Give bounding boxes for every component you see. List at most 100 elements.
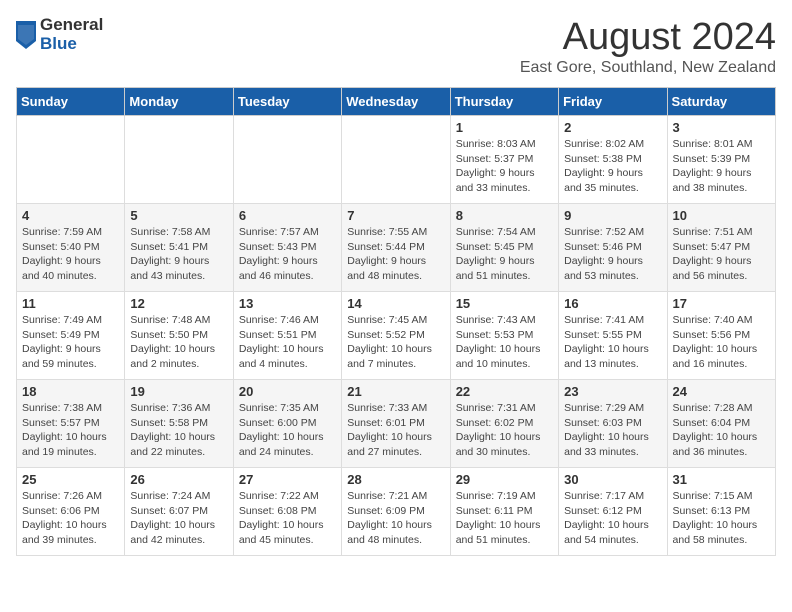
day-info: Sunrise: 7:45 AM Sunset: 5:52 PM Dayligh… xyxy=(347,313,444,372)
day-info: Sunrise: 8:03 AM Sunset: 5:37 PM Dayligh… xyxy=(456,137,553,196)
calendar-cell: 29Sunrise: 7:19 AM Sunset: 6:11 PM Dayli… xyxy=(450,468,558,556)
day-number: 16 xyxy=(564,296,661,311)
day-number: 27 xyxy=(239,472,336,487)
weekday-header-wednesday: Wednesday xyxy=(342,88,450,116)
logo: General Blue xyxy=(16,16,103,53)
calendar-cell: 6 Sunrise: 7:57 AM Sunset: 5:43 PM Daylig… xyxy=(233,204,341,292)
calendar-cell: 2 Sunrise: 8:02 AM Sunset: 5:38 PM Daylig… xyxy=(559,116,667,204)
day-info: Sunrise: 7:33 AM Sunset: 6:01 PM Dayligh… xyxy=(347,401,444,460)
day-number: 11 xyxy=(22,296,119,311)
header: General Blue August 2024 East Gore, Sout… xyxy=(16,16,776,77)
day-number: 26 xyxy=(130,472,227,487)
calendar-cell: 20 Sunrise: 7:35 AM Sunset: 6:00 PM Dayli… xyxy=(233,380,341,468)
logo-text: General Blue xyxy=(40,16,103,53)
day-number: 2 xyxy=(564,120,661,135)
calendar-cell: 10 Sunrise: 7:51 AM Sunset: 5:47 PM Dayli… xyxy=(667,204,775,292)
week-row-1: 1 Sunrise: 8:03 AM Sunset: 5:37 PM Daylig… xyxy=(17,116,776,204)
day-number: 14 xyxy=(347,296,444,311)
day-info: Sunrise: 7:31 AM Sunset: 6:02 PM Dayligh… xyxy=(456,401,553,460)
calendar-cell: 28 Sunrise: 7:21 AM Sunset: 6:09 PM Dayli… xyxy=(342,468,450,556)
day-number: 18 xyxy=(22,384,119,399)
day-info: Sunrise: 7:35 AM Sunset: 6:00 PM Dayligh… xyxy=(239,401,336,460)
day-number: 29 xyxy=(456,472,553,487)
calendar-cell: 12 Sunrise: 7:48 AM Sunset: 5:50 PM Dayli… xyxy=(125,292,233,380)
weekday-header-tuesday: Tuesday xyxy=(233,88,341,116)
day-info: Sunrise: 7:57 AM Sunset: 5:43 PM Dayligh… xyxy=(239,225,336,284)
calendar-cell: 4 Sunrise: 7:59 AM Sunset: 5:40 PM Daylig… xyxy=(17,204,125,292)
day-number: 15 xyxy=(456,296,553,311)
day-info: Sunrise: 7:40 AM Sunset: 5:56 PM Dayligh… xyxy=(673,313,770,372)
day-info: Sunrise: 7:15 AM Sunset: 6:13 PM Dayligh… xyxy=(673,489,770,548)
day-info: Sunrise: 8:02 AM Sunset: 5:38 PM Dayligh… xyxy=(564,137,661,196)
day-info: Sunrise: 7:21 AM Sunset: 6:09 PM Dayligh… xyxy=(347,489,444,548)
day-info: Sunrise: 7:29 AM Sunset: 6:03 PM Dayligh… xyxy=(564,401,661,460)
weekday-header-row: SundayMondayTuesdayWednesdayThursdayFrid… xyxy=(17,88,776,116)
day-number: 5 xyxy=(130,208,227,223)
weekday-header-monday: Monday xyxy=(125,88,233,116)
calendar-cell xyxy=(342,116,450,204)
calendar-cell: 30Sunrise: 7:17 AM Sunset: 6:12 PM Dayli… xyxy=(559,468,667,556)
day-number: 17 xyxy=(673,296,770,311)
day-number: 20 xyxy=(239,384,336,399)
calendar-cell xyxy=(17,116,125,204)
calendar-cell: 8Sunrise: 7:54 AM Sunset: 5:45 PM Daylig… xyxy=(450,204,558,292)
weekday-header-sunday: Sunday xyxy=(17,88,125,116)
location-title: East Gore, Southland, New Zealand xyxy=(520,59,776,77)
calendar-cell: 22 Sunrise: 7:31 AM Sunset: 6:02 PM Dayli… xyxy=(450,380,558,468)
day-number: 23 xyxy=(564,384,661,399)
day-number: 28 xyxy=(347,472,444,487)
day-info: Sunrise: 7:22 AM Sunset: 6:08 PM Dayligh… xyxy=(239,489,336,548)
calendar-cell: 3Sunrise: 8:01 AM Sunset: 5:39 PM Daylig… xyxy=(667,116,775,204)
day-info: Sunrise: 7:46 AM Sunset: 5:51 PM Dayligh… xyxy=(239,313,336,372)
calendar-cell: 11Sunrise: 7:49 AM Sunset: 5:49 PM Dayli… xyxy=(17,292,125,380)
calendar-cell: 21Sunrise: 7:33 AM Sunset: 6:01 PM Dayli… xyxy=(342,380,450,468)
calendar-cell: 25Sunrise: 7:26 AM Sunset: 6:06 PM Dayli… xyxy=(17,468,125,556)
title-section: August 2024 East Gore, Southland, New Ze… xyxy=(520,16,776,77)
day-number: 7 xyxy=(347,208,444,223)
calendar-cell: 26Sunrise: 7:24 AM Sunset: 6:07 PM Dayli… xyxy=(125,468,233,556)
week-row-5: 25Sunrise: 7:26 AM Sunset: 6:06 PM Dayli… xyxy=(17,468,776,556)
calendar-table: SundayMondayTuesdayWednesdayThursdayFrid… xyxy=(16,87,776,556)
week-row-2: 4 Sunrise: 7:59 AM Sunset: 5:40 PM Daylig… xyxy=(17,204,776,292)
weekday-header-saturday: Saturday xyxy=(667,88,775,116)
day-number: 12 xyxy=(130,296,227,311)
calendar-cell: 17 Sunrise: 7:40 AM Sunset: 5:56 PM Dayli… xyxy=(667,292,775,380)
calendar-cell: 15 Sunrise: 7:43 AM Sunset: 5:53 PM Dayli… xyxy=(450,292,558,380)
calendar-cell: 27 Sunrise: 7:22 AM Sunset: 6:08 PM Dayli… xyxy=(233,468,341,556)
day-number: 13 xyxy=(239,296,336,311)
calendar-cell: 1 Sunrise: 8:03 AM Sunset: 5:37 PM Daylig… xyxy=(450,116,558,204)
day-info: Sunrise: 7:59 AM Sunset: 5:40 PM Dayligh… xyxy=(22,225,119,284)
calendar-cell: 9 Sunrise: 7:52 AM Sunset: 5:46 PM Daylig… xyxy=(559,204,667,292)
weekday-header-friday: Friday xyxy=(559,88,667,116)
calendar-cell: 23 Sunrise: 7:29 AM Sunset: 6:03 PM Dayli… xyxy=(559,380,667,468)
day-info: Sunrise: 7:43 AM Sunset: 5:53 PM Dayligh… xyxy=(456,313,553,372)
day-info: Sunrise: 7:51 AM Sunset: 5:47 PM Dayligh… xyxy=(673,225,770,284)
logo-blue: Blue xyxy=(40,35,103,54)
day-number: 4 xyxy=(22,208,119,223)
day-info: Sunrise: 7:48 AM Sunset: 5:50 PM Dayligh… xyxy=(130,313,227,372)
day-info: Sunrise: 7:54 AM Sunset: 5:45 PM Dayligh… xyxy=(456,225,553,284)
calendar-cell: 24Sunrise: 7:28 AM Sunset: 6:04 PM Dayli… xyxy=(667,380,775,468)
day-info: Sunrise: 7:28 AM Sunset: 6:04 PM Dayligh… xyxy=(673,401,770,460)
day-number: 30 xyxy=(564,472,661,487)
day-info: Sunrise: 7:52 AM Sunset: 5:46 PM Dayligh… xyxy=(564,225,661,284)
weekday-header-thursday: Thursday xyxy=(450,88,558,116)
calendar-cell: 16Sunrise: 7:41 AM Sunset: 5:55 PM Dayli… xyxy=(559,292,667,380)
calendar-cell xyxy=(125,116,233,204)
day-info: Sunrise: 7:58 AM Sunset: 5:41 PM Dayligh… xyxy=(130,225,227,284)
day-info: Sunrise: 7:38 AM Sunset: 5:57 PM Dayligh… xyxy=(22,401,119,460)
day-number: 22 xyxy=(456,384,553,399)
day-number: 3 xyxy=(673,120,770,135)
calendar-cell: 13 Sunrise: 7:46 AM Sunset: 5:51 PM Dayli… xyxy=(233,292,341,380)
logo-general: General xyxy=(40,16,103,35)
day-number: 19 xyxy=(130,384,227,399)
week-row-4: 18 Sunrise: 7:38 AM Sunset: 5:57 PM Dayli… xyxy=(17,380,776,468)
day-number: 10 xyxy=(673,208,770,223)
calendar-cell: 7Sunrise: 7:55 AM Sunset: 5:44 PM Daylig… xyxy=(342,204,450,292)
day-number: 6 xyxy=(239,208,336,223)
calendar-cell: 5 Sunrise: 7:58 AM Sunset: 5:41 PM Daylig… xyxy=(125,204,233,292)
day-number: 9 xyxy=(564,208,661,223)
day-number: 1 xyxy=(456,120,553,135)
calendar-cell: 14 Sunrise: 7:45 AM Sunset: 5:52 PM Dayli… xyxy=(342,292,450,380)
day-number: 31 xyxy=(673,472,770,487)
